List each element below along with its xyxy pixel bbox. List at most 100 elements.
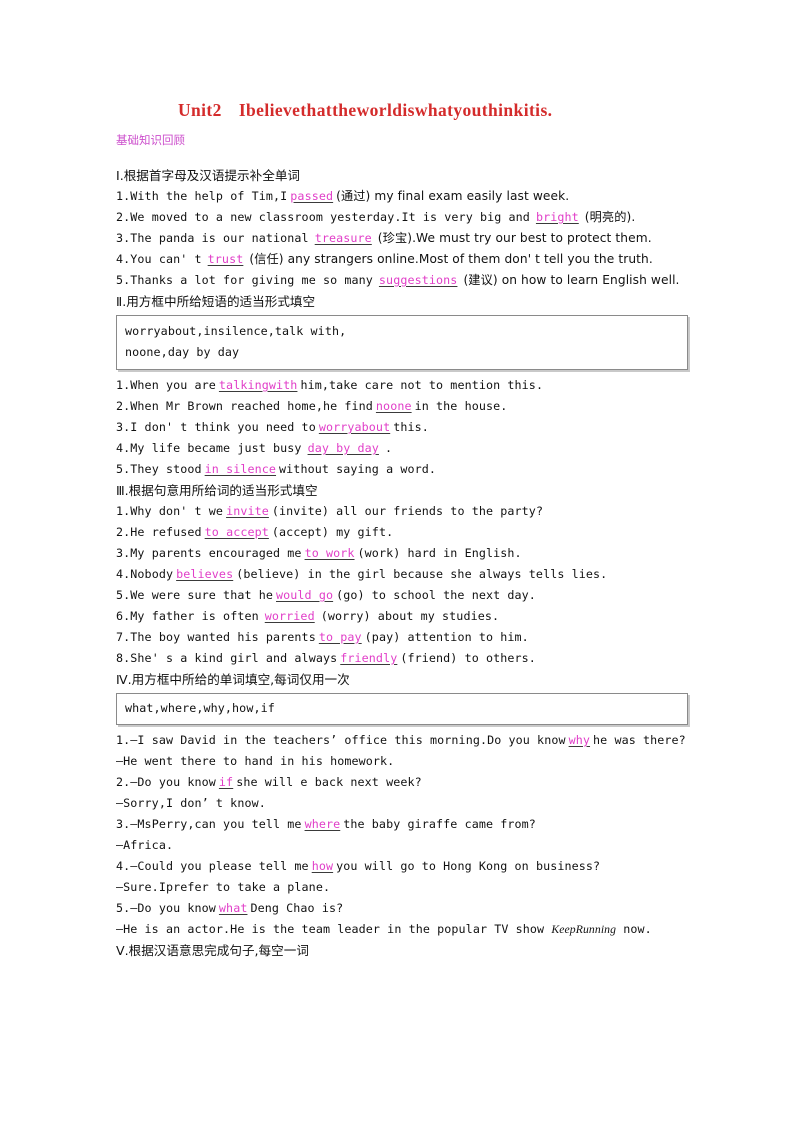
item-pre-text: —I saw David in the teachers’ office thi… bbox=[130, 732, 566, 747]
item-number: 7. bbox=[116, 629, 131, 644]
subtitle: 基础知识回顾 bbox=[116, 133, 185, 147]
section-5-heading: Ⅴ.根据汉语意思完成句子,每空一词 bbox=[116, 942, 309, 958]
answer-blank: talkingwith bbox=[218, 377, 298, 392]
exercise-item: 3.The panda is our national treasure (珍宝).… bbox=[116, 228, 688, 249]
item-number: 5. bbox=[116, 900, 131, 915]
item-number: 4. bbox=[116, 566, 131, 581]
item-post-text: this. bbox=[393, 419, 429, 434]
item-post-text: (go) to school the next day. bbox=[336, 587, 536, 602]
item-post-text: (通过) my final exam easily last week. bbox=[336, 188, 570, 203]
exercise-item: 4.You can' t trust (信任) any strangers onli… bbox=[116, 249, 688, 270]
exercise-item: 3.I don' t think you need to worryabout th… bbox=[116, 417, 688, 438]
exercise-reply: —Africa. bbox=[116, 837, 174, 852]
exercise-item: 7.The boy wanted his parents to pay (pay) … bbox=[116, 627, 688, 648]
exercise-item: 4.—Could you please tell me how you will g… bbox=[116, 856, 688, 877]
item-post-text: she will e back next week? bbox=[236, 774, 422, 789]
item-number: 8. bbox=[116, 650, 131, 665]
answer-blank: worryabout bbox=[318, 419, 391, 434]
exercise-item: 3.—MsPerry,can you tell me where the baby … bbox=[116, 814, 688, 835]
item-pre-text: Thanks a lot for giving me so many bbox=[130, 272, 373, 287]
item-pre-text: They stood bbox=[130, 461, 202, 476]
answer-blank: bright bbox=[535, 209, 579, 224]
answer-blank: noone bbox=[375, 398, 412, 413]
item-post-text: (accept) my gift. bbox=[271, 524, 394, 539]
answer-blank: friendly bbox=[340, 650, 398, 665]
exercise-item: 2.—Do you know if she will e back next wee… bbox=[116, 772, 688, 793]
answer-blank: suggestions bbox=[378, 272, 458, 287]
item-post-text: you will go to Hong Kong on business? bbox=[336, 858, 601, 873]
answer-blank: worried bbox=[264, 608, 315, 623]
answer-blank: to accept bbox=[204, 524, 269, 539]
item-pre-text: The boy wanted his parents bbox=[130, 629, 316, 644]
item-number: 2. bbox=[116, 398, 131, 413]
item-pre-text: When Mr Brown reached home,he find bbox=[130, 398, 373, 413]
answer-blank: if bbox=[218, 774, 234, 789]
exercise-reply: —Sure.Iprefer to take a plane. bbox=[116, 879, 331, 894]
item-pre-text: —Could you please tell me bbox=[130, 858, 309, 873]
item-number: 5. bbox=[116, 461, 131, 476]
item-pre-text: When you are bbox=[130, 377, 216, 392]
answer-blank: would go bbox=[276, 587, 334, 602]
item-number: 5. bbox=[116, 587, 131, 602]
item-pre-text: My life became just busy bbox=[130, 440, 302, 455]
item-post-text: he was there? bbox=[593, 732, 686, 747]
item-number: 3. bbox=[116, 230, 131, 245]
item-post-text: (明亮的). bbox=[584, 209, 636, 224]
item-number: 2. bbox=[116, 524, 131, 539]
item-pre-text: She' s a kind girl and always bbox=[130, 650, 338, 665]
exercise-reply: —He went there to hand in his homework. bbox=[116, 753, 395, 768]
item-post-text: him,take care not to mention this. bbox=[300, 377, 544, 392]
item-pre-text: —Do you know bbox=[130, 900, 216, 915]
item-pre-text: —Do you know bbox=[130, 774, 216, 789]
section-2-heading: Ⅱ.用方框中所给短语的适当形式填空 bbox=[116, 293, 316, 309]
word-bank-line: noone,day by day bbox=[125, 344, 240, 359]
answer-blank: invite bbox=[226, 503, 269, 518]
item-number: 1. bbox=[116, 188, 131, 203]
item-number: 4. bbox=[116, 251, 131, 266]
item-pre-text: —MsPerry,can you tell me bbox=[130, 816, 302, 831]
unit-title-text: Ibelievethattheworldiswhatyouthinkitis. bbox=[238, 100, 553, 120]
reply-post-text: now. bbox=[616, 921, 652, 936]
answer-blank: trust bbox=[207, 251, 244, 266]
exercise-item: 5.—Do you know what Deng Chao is? bbox=[116, 898, 688, 919]
exercise-item: 8.She' s a kind girl and always friendly(… bbox=[116, 648, 688, 669]
answer-blank: to pay bbox=[318, 629, 362, 644]
exercise-item: 1.With the help of Tim,I passed (通过) my fi… bbox=[116, 186, 688, 207]
answer-blank: day by day bbox=[307, 440, 379, 455]
exercise-item: 4.Nobody believes (believe) in the girl be… bbox=[116, 564, 688, 585]
answer-blank: treasure bbox=[314, 230, 372, 245]
item-number: 3. bbox=[116, 816, 131, 831]
section-1-heading: Ⅰ.根据首字母及汉语提示补全单词 bbox=[116, 167, 301, 183]
item-post-text: (work) hard in English. bbox=[357, 545, 522, 560]
item-post-text: Deng Chao is? bbox=[250, 900, 344, 915]
item-number: 2. bbox=[116, 209, 131, 224]
exercise-item: 2.He refused to accept (accept) my gift. bbox=[116, 522, 688, 543]
item-number: 5. bbox=[116, 272, 131, 287]
exercise-item: 1.—I saw David in the teachers’ office t… bbox=[116, 730, 688, 751]
exercise-item: 1.When you are talkingwith him,take care n… bbox=[116, 375, 688, 396]
item-post-text: (invite) all our friends to the party? bbox=[271, 503, 544, 518]
item-number: 3. bbox=[116, 545, 131, 560]
section-4-heading: Ⅳ.用方框中所给的单词填空,每词仅用一次 bbox=[116, 671, 350, 687]
exercise-item: 2.When Mr Brown reached home,he find noon… bbox=[116, 396, 688, 417]
item-post-text: without saying a word. bbox=[279, 461, 437, 476]
exercise-item: 1.Why don' t we invite (invite) all our fr… bbox=[116, 501, 688, 522]
word-bank-box-2: worryabout,insilence,talk with, noone,da… bbox=[116, 314, 688, 370]
item-post-text: . bbox=[384, 440, 393, 455]
exercise-item: 5.They stood in silence without saying a w… bbox=[116, 459, 688, 480]
reply-pre-text: —He is an actor.He is the team leader in… bbox=[116, 921, 552, 936]
answer-blank: to work bbox=[304, 545, 355, 560]
answer-blank: why bbox=[568, 732, 591, 747]
word-bank-line: what,where,why,how,if bbox=[125, 700, 275, 715]
section-3-heading: Ⅲ.根据句意用所给词的适当形式填空 bbox=[116, 482, 318, 498]
answer-blank: passed bbox=[290, 188, 334, 203]
item-pre-text: My parents encouraged me bbox=[130, 545, 302, 560]
item-post-text: (pay) attention to him. bbox=[364, 629, 529, 644]
item-post-text: (珍宝).We must try our best to protect the… bbox=[377, 230, 652, 245]
item-post-text: in the house. bbox=[414, 398, 508, 413]
item-pre-text: The panda is our national bbox=[130, 230, 309, 245]
unit-label: Unit2 bbox=[178, 100, 222, 120]
item-number: 4. bbox=[116, 440, 131, 455]
item-number: 2. bbox=[116, 774, 131, 789]
item-post-text: (建议) on how to learn English well. bbox=[463, 272, 680, 287]
